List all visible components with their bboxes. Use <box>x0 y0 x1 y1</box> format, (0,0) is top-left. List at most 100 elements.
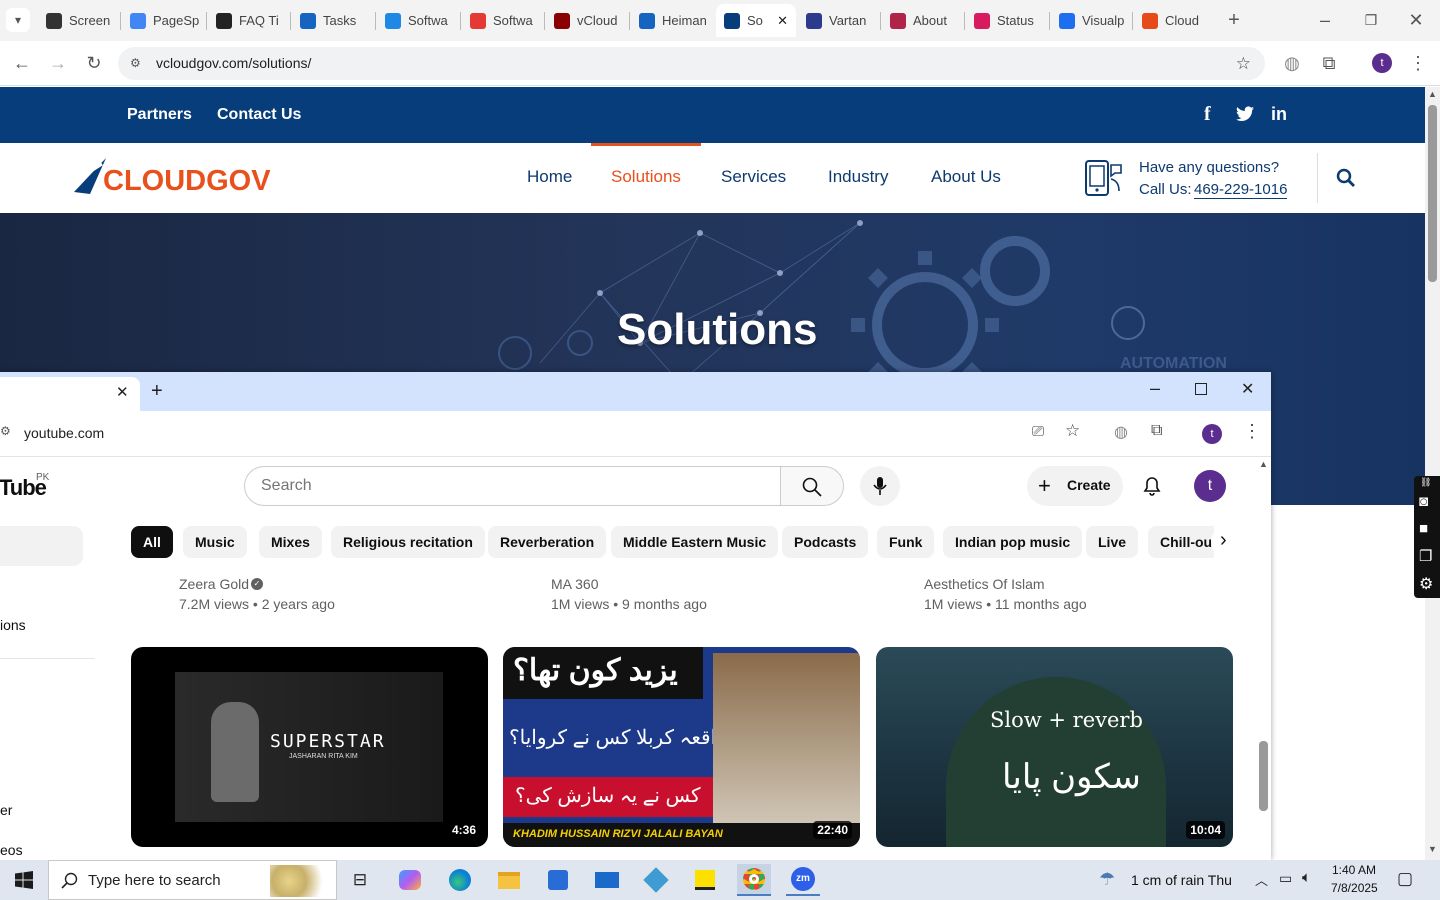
browser-tab[interactable]: Cloud <box>1134 4 1216 37</box>
contact-link[interactable]: Contact Us <box>217 106 301 124</box>
minimize-icon[interactable]: – <box>1313 8 1337 32</box>
cloudgov-logo-text[interactable]: CLOUDGOV <box>103 165 271 198</box>
filter-chip[interactable]: Live <box>1086 526 1139 558</box>
edge-icon[interactable] <box>443 864 477 896</box>
site-info-icon[interactable]: ⚙ <box>130 47 141 80</box>
browser-tab[interactable]: Screen <box>38 4 120 37</box>
nav-home[interactable]: Home <box>527 167 572 187</box>
video-channel[interactable]: Aesthetics Of Islam <box>924 576 1045 592</box>
yt-close-icon[interactable]: ✕ <box>1241 379 1254 399</box>
yt-extensions-icon[interactable]: ⧉ <box>1151 422 1162 440</box>
filter-chip[interactable]: Chill-out <box>1148 526 1214 558</box>
yt-scrollbar[interactable]: ▲ <box>1256 458 1271 860</box>
video-thumbnail[interactable]: SUPERSTAR JASHARAN RITA KIM 4:36 <box>131 647 488 847</box>
create-button[interactable]: + Create <box>1027 466 1123 506</box>
twitter-icon[interactable] <box>1236 106 1254 122</box>
browser-tab[interactable]: About <box>882 4 964 37</box>
notifications-bell-icon[interactable] <box>1141 475 1163 497</box>
back-icon[interactable]: ← <box>10 51 34 75</box>
browser-tab[interactable]: Tasks <box>292 4 375 37</box>
nav-industry[interactable]: Industry <box>828 167 888 187</box>
forward-icon[interactable]: → <box>46 51 70 75</box>
yt-search-button[interactable] <box>780 466 844 506</box>
scroll-down-arrow[interactable]: ▼ <box>1428 844 1437 854</box>
phone-link[interactable]: 469-229-1016 <box>1194 181 1288 199</box>
partners-link[interactable]: Partners <box>127 106 192 124</box>
sidebar-selected-item[interactable] <box>0 526 83 566</box>
yt-menu-kebab-icon[interactable]: ⋮ <box>1243 421 1261 442</box>
filter-chip[interactable]: Reverberation <box>488 526 607 558</box>
clock-date[interactable]: 7/8/2025 <box>1331 881 1378 895</box>
facebook-icon[interactable]: f <box>1204 103 1211 126</box>
browser-tab[interactable]: vCloud <box>546 4 629 37</box>
yt-url-text[interactable]: youtube.com <box>24 425 104 441</box>
site-search-icon[interactable] <box>1336 168 1356 188</box>
filter-chip[interactable]: Religious recitation <box>331 526 485 558</box>
yt-translate-icon[interactable]: ◍ <box>1114 422 1128 442</box>
nav-services[interactable]: Services <box>721 167 786 187</box>
browser-tab[interactable]: FAQ Ti <box>208 4 290 37</box>
yt-tab-close-icon[interactable]: ✕ <box>116 383 129 401</box>
taskbar-search-box[interactable]: Type here to search <box>48 860 337 900</box>
yt-minimize-icon[interactable]: – <box>1150 378 1160 399</box>
weather-text[interactable]: 1 cm of rain Thu <box>1131 872 1232 888</box>
nav-about-us[interactable]: About Us <box>931 167 1001 187</box>
back-url-field[interactable]: ⚙ vcloudgov.com/solutions/ ☆ <box>118 47 1265 80</box>
filter-chip[interactable]: All <box>131 526 173 558</box>
video-thumbnail[interactable]: Slow + reverb سکون پایا 10:04 <box>876 647 1233 847</box>
browser-tab[interactable]: So ✕ <box>716 4 796 37</box>
filter-chip[interactable]: Indian pop music <box>943 526 1083 558</box>
install-app-icon[interactable]: ⎚ <box>1032 423 1044 440</box>
menu-kebab-icon[interactable]: ⋮ <box>1406 51 1430 75</box>
network-icon[interactable]: ▭ <box>1279 870 1292 887</box>
task-view-icon[interactable]: ⊟ <box>343 864 377 896</box>
window-capture-icon[interactable]: ❐ <box>1419 547 1432 565</box>
translate-icon[interactable]: ◍ <box>1280 51 1304 75</box>
browser-tab[interactable]: Vartan <box>798 4 880 37</box>
browser-tab[interactable]: Visualp <box>1051 4 1132 37</box>
browser-tab[interactable]: Status <box>966 4 1049 37</box>
yt-account-avatar[interactable]: t <box>1194 470 1226 502</box>
scroll-up-arrow[interactable]: ▲ <box>1428 89 1437 99</box>
yt-maximize-icon[interactable] <box>1195 383 1207 395</box>
yt-scrollbar-thumb[interactable] <box>1259 741 1268 811</box>
windows-start-icon[interactable] <box>15 871 33 889</box>
sidebar-item-videos[interactable]: eos <box>0 842 23 858</box>
app-diamond-icon[interactable] <box>639 864 673 896</box>
yt-new-tab-icon[interactable]: + <box>151 380 163 403</box>
yt-search-box[interactable]: Search <box>244 466 781 506</box>
camera-icon[interactable]: ◙ <box>1419 493 1428 510</box>
video-channel[interactable]: MA 360 <box>551 576 598 592</box>
volume-icon[interactable]: 🔈︎ <box>1302 869 1311 886</box>
back-page-scrollbar[interactable]: ▲ ▼ <box>1425 87 1440 860</box>
video-icon[interactable]: ■ <box>1419 520 1428 537</box>
new-tab-icon[interactable]: + <box>1222 8 1246 32</box>
chrome-icon[interactable] <box>737 864 771 896</box>
reload-icon[interactable]: ↻ <box>82 51 106 75</box>
mail-icon[interactable] <box>590 864 624 896</box>
voice-search-button[interactable] <box>860 466 900 506</box>
filter-chip[interactable]: Podcasts <box>782 526 869 558</box>
browser-tab[interactable]: Softwa <box>377 4 460 37</box>
tray-chevron-icon[interactable]: ︿ <box>1255 870 1268 889</box>
close-window-icon[interactable]: ✕ <box>1404 8 1428 32</box>
zoom-icon[interactable]: zm <box>786 864 820 896</box>
profile-avatar[interactable]: t <box>1372 53 1392 73</box>
nav-solutions[interactable]: Solutions <box>611 167 681 187</box>
chips-next-button[interactable]: › <box>1211 526 1243 558</box>
browser-tab[interactable]: Heiman <box>631 4 714 37</box>
clock-time[interactable]: 1:40 AM <box>1332 863 1376 877</box>
settings-gear-icon[interactable]: ⚙ <box>1419 574 1433 594</box>
tab-search-button[interactable]: ▾ <box>6 8 30 32</box>
sidebar-item-player[interactable]: er <box>0 802 12 818</box>
yt-bookmark-star-icon[interactable]: ☆ <box>1065 421 1080 441</box>
restore-icon[interactable]: ❐ <box>1359 8 1383 32</box>
link-icon[interactable]: ⛓ <box>1420 477 1431 488</box>
yt-active-tab[interactable]: ✕ <box>0 377 140 411</box>
extensions-icon[interactable]: ⧉ <box>1317 51 1341 75</box>
weather-icon[interactable]: ☂ <box>1099 869 1115 890</box>
video-thumbnail[interactable]: یزید کون تھا؟ واقعہ کربلا کس نے کروایا؟ … <box>503 647 860 847</box>
scrollbar-thumb[interactable] <box>1428 105 1437 282</box>
store-icon[interactable] <box>541 864 575 896</box>
video-channel[interactable]: Zeera Gold <box>179 576 249 592</box>
